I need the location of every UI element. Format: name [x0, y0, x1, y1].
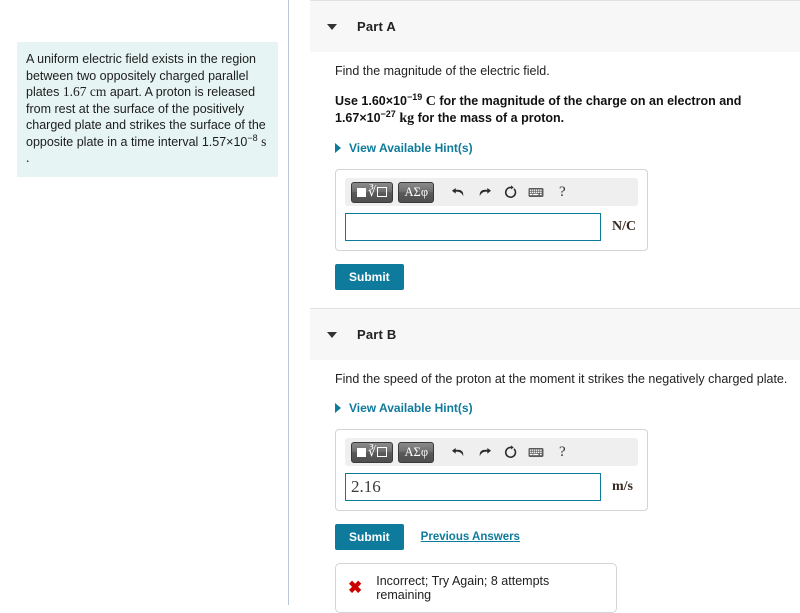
part-b-feedback-text: Incorrect; Try Again; 8 attempts remaini…	[376, 574, 550, 602]
part-b-header[interactable]: Part B	[310, 308, 800, 360]
part-b-answer-widget: ∛ ΑΣφ ? 2.16 m/s	[335, 429, 648, 511]
part-a-hint-link[interactable]: View Available Hint(s)	[335, 141, 473, 155]
undo-arrow-icon[interactable]	[445, 181, 471, 203]
part-a-submit-button[interactable]: Submit	[335, 264, 404, 290]
part-a-question: Find the magnitude of the electric field…	[335, 64, 550, 78]
constants-exp-1: −19	[406, 91, 423, 102]
part-b-title: Part B	[357, 327, 397, 342]
plate-separation-value: 1.67 cm	[62, 84, 107, 99]
redo-arrow-icon[interactable]	[471, 441, 497, 463]
part-b-answer-input[interactable]	[345, 473, 601, 501]
reset-circular-arrow-icon[interactable]	[497, 181, 523, 203]
part-a-submit-row: Submit	[335, 264, 790, 290]
part-a-title: Part A	[357, 19, 397, 34]
constants-post: for the mass of a proton.	[414, 111, 565, 125]
undo-arrow-icon[interactable]	[445, 441, 471, 463]
x-mark-icon: ✖	[348, 578, 363, 597]
filled-square-icon	[357, 447, 366, 457]
empty-box-icon	[377, 447, 388, 457]
redo-arrow-icon[interactable]	[471, 181, 497, 203]
keyboard-icon[interactable]	[523, 441, 549, 463]
part-a-header[interactable]: Part A	[310, 0, 800, 52]
problem-page: A uniform electric field exists in the r…	[0, 0, 800, 613]
part-b-submit-button[interactable]: Submit	[335, 524, 404, 550]
help-question-icon[interactable]: ?	[549, 181, 575, 203]
part-a-constants: Use 1.60×10−19 C for the magnitude of th…	[335, 91, 785, 127]
math-template-button[interactable]: ∛	[351, 181, 394, 203]
part-b-input-row: m/s	[345, 473, 638, 501]
caret-right-icon	[335, 143, 341, 153]
empty-box-icon	[377, 187, 388, 197]
time-interval-mantissa: 1.57×10	[201, 134, 248, 149]
caret-right-icon	[335, 403, 341, 413]
part-b-body: Find the speed of the proton at the mome…	[290, 371, 800, 613]
constants-unit-coulomb: C	[422, 94, 436, 109]
part-a-answer-widget: ∛ ΑΣφ ? N/C	[335, 169, 648, 251]
constants-pre: Use 1.60×10	[335, 94, 407, 108]
greek-symbols-button[interactable]: ΑΣφ	[398, 441, 435, 463]
nth-root-icon: ∛	[368, 444, 377, 459]
part-b-unit-label: m/s	[612, 479, 633, 494]
part-a-unit-label: N/C	[612, 219, 637, 234]
part-b-feedback-box: ✖ Incorrect; Try Again; 8 attempts remai…	[335, 563, 617, 613]
part-b-question: Find the speed of the proton at the mome…	[335, 372, 788, 386]
part-a-body: Find the magnitude of the electric field…	[290, 63, 800, 290]
problem-statement-panel: A uniform electric field exists in the r…	[0, 0, 289, 605]
part-a-toolbar: ∛ ΑΣφ ?	[345, 178, 638, 206]
part-b-hint-label: View Available Hint(s)	[349, 401, 473, 415]
problem-statement-text: A uniform electric field exists in the r…	[17, 42, 278, 177]
caret-down-icon[interactable]	[327, 331, 337, 338]
filled-square-icon	[357, 187, 366, 197]
greek-symbols-button[interactable]: ΑΣφ	[398, 181, 435, 203]
time-interval-exponent: −8	[247, 132, 258, 143]
part-b-hint-link[interactable]: View Available Hint(s)	[335, 401, 473, 415]
part-b-submit-row: Submit Previous Answers	[335, 524, 790, 550]
part-a-answer-input[interactable]	[345, 213, 601, 241]
nth-root-icon: ∛	[368, 184, 377, 199]
part-b-toolbar: ∛ ΑΣφ ?	[345, 438, 638, 466]
constants-exp-2: −27	[380, 108, 396, 119]
reset-circular-arrow-icon[interactable]	[497, 441, 523, 463]
math-template-button[interactable]: ∛	[351, 441, 394, 463]
part-spacer	[290, 290, 800, 308]
parts-column: Part A Find the magnitude of the electri…	[290, 0, 800, 613]
help-question-icon[interactable]: ?	[549, 441, 575, 463]
part-b-previous-answers-link[interactable]: Previous Answers	[421, 531, 520, 543]
part-a-input-row: N/C	[345, 213, 638, 241]
keyboard-icon[interactable]	[523, 181, 549, 203]
constants-unit-kilogram: kg	[395, 111, 415, 126]
part-a-hint-label: View Available Hint(s)	[349, 141, 473, 155]
caret-down-icon[interactable]	[327, 23, 337, 30]
